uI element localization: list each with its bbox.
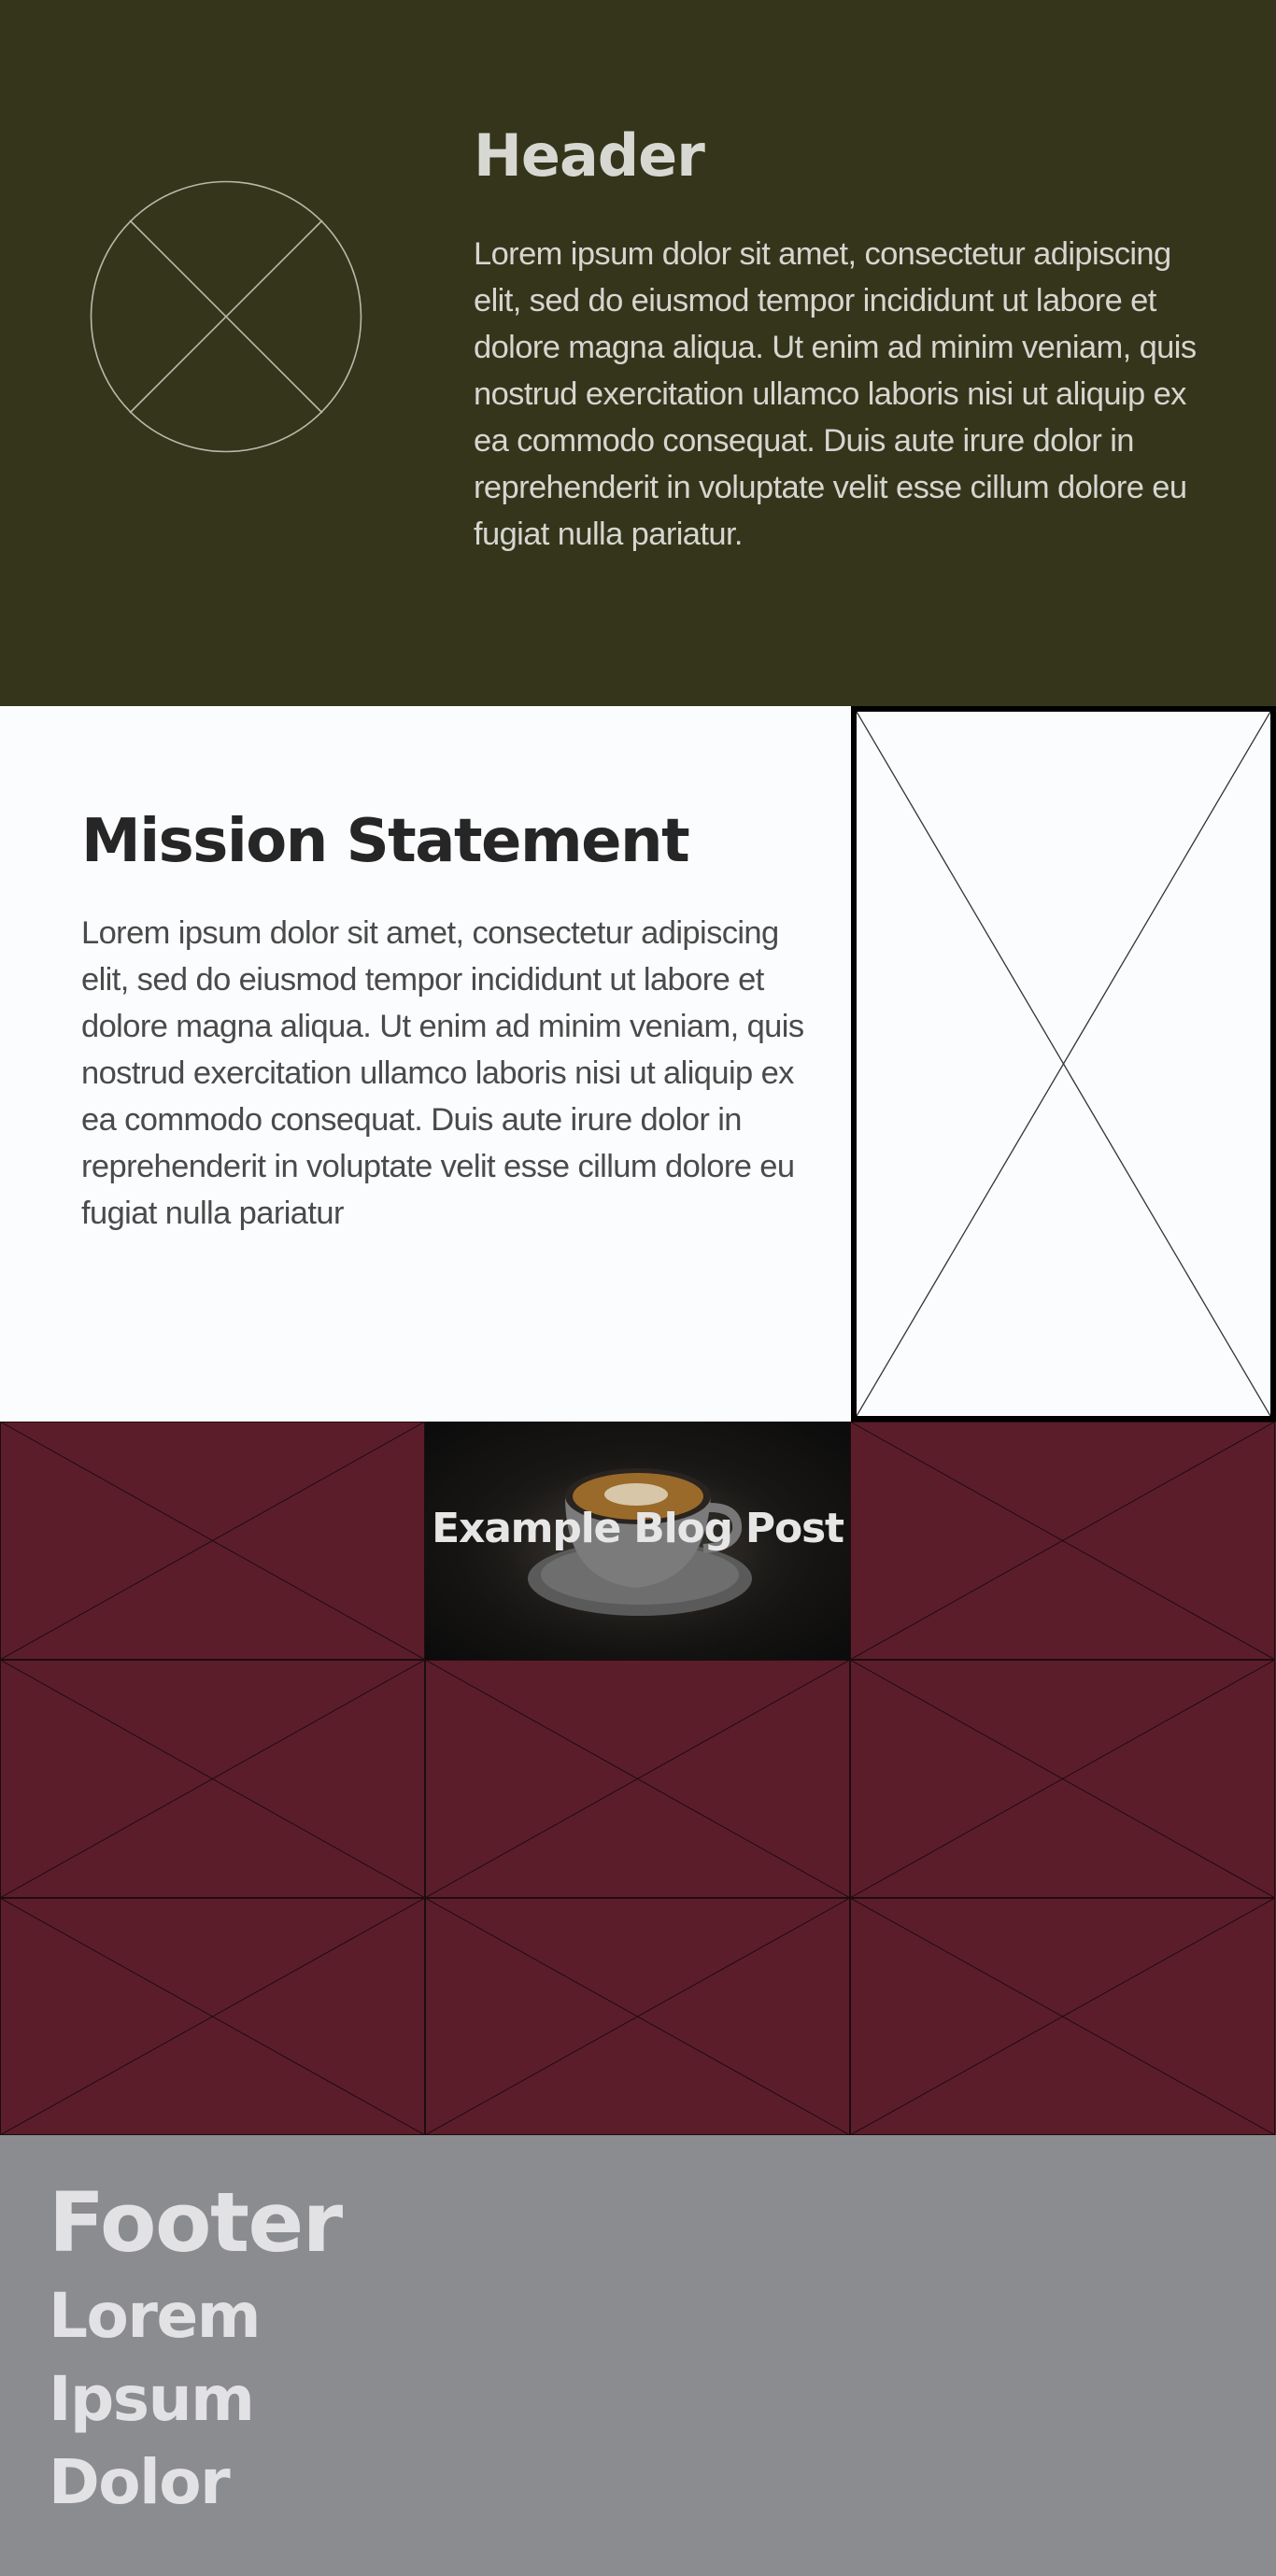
blog-post-title: Example Blog Post (432, 1505, 844, 1552)
footer-section: Footer Lorem Ipsum Dolor (0, 2135, 1276, 2576)
gallery-tile-placeholder[interactable] (0, 1898, 425, 2135)
header-section: Header Lorem ipsum dolor sit amet, conse… (0, 0, 1276, 706)
mission-title: Mission Statement (81, 807, 690, 876)
gallery-tile-placeholder[interactable] (850, 1422, 1275, 1660)
gallery-tile-placeholder[interactable] (0, 1660, 425, 1898)
blog-post-card[interactable]: Example Blog Post (425, 1422, 850, 1660)
mission-body-text: Lorem ipsum dolor sit amet, consectetur … (81, 915, 804, 1231)
gallery-tile-placeholder[interactable] (850, 1898, 1275, 2135)
gallery-tile-placeholder[interactable] (425, 1898, 850, 2135)
image-placeholder-icon (851, 706, 1276, 1422)
gallery-tile-placeholder[interactable] (425, 1660, 850, 1898)
gallery-grid: Example Blog Post (0, 1422, 1276, 2135)
header-title: Header (474, 121, 705, 190)
header-body-text: Lorem ipsum dolor sit amet, consectetur … (474, 236, 1197, 552)
footer-title: Footer (49, 2174, 343, 2271)
footer-link-ipsum[interactable]: Ipsum (49, 2363, 255, 2435)
gallery-tile-placeholder[interactable] (0, 1422, 425, 1660)
gallery-tile-placeholder[interactable] (850, 1660, 1275, 1898)
footer-link-dolor[interactable]: Dolor (49, 2446, 231, 2518)
mission-section: Mission Statement Lorem ipsum dolor sit … (0, 706, 1276, 1422)
image-placeholder-circle-icon (90, 180, 362, 453)
footer-link-lorem[interactable]: Lorem (49, 2280, 261, 2352)
